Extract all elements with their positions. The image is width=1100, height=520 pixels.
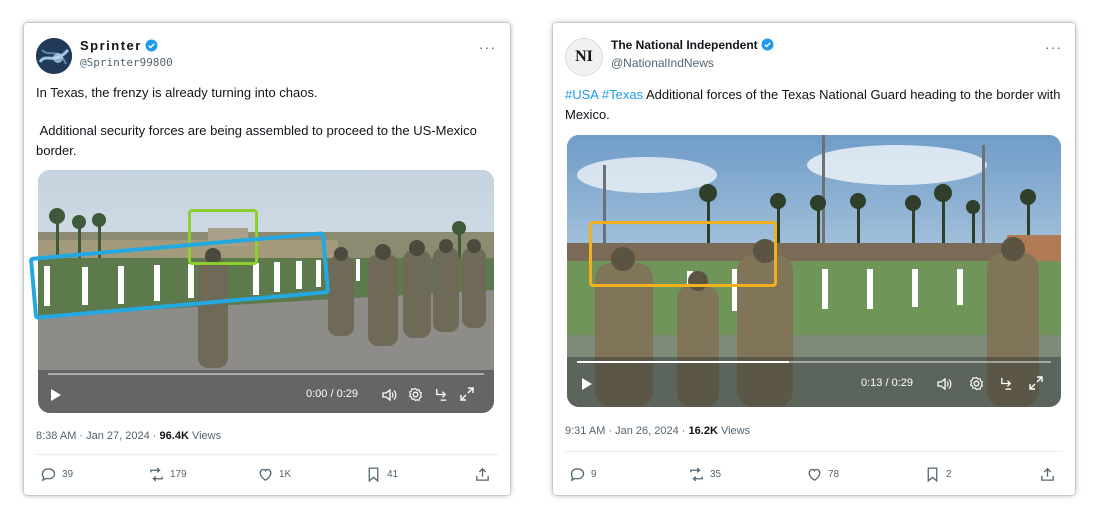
repost-video-icon[interactable]	[434, 387, 449, 402]
views-label: Views	[717, 425, 751, 437]
author-handle[interactable]: @Sprinter99800	[80, 56, 173, 69]
hashtags[interactable]: #USA #Texas	[565, 87, 643, 102]
tweet-meta: 9:31 AM · Jan 26, 2024 · 16.2K Views	[565, 425, 750, 437]
volume-icon[interactable]	[937, 377, 952, 391]
video-progress-bar[interactable]	[48, 373, 484, 375]
author-handle[interactable]: @NationalIndNews	[611, 56, 714, 70]
tweet-date[interactable]: 8:38 AM · Jan 27, 2024 ·	[36, 430, 160, 442]
reply-count: 9	[591, 469, 597, 480]
reply-button[interactable]: 9	[569, 466, 597, 483]
divider	[565, 451, 1063, 452]
repost-icon	[690, 467, 703, 482]
repost-count: 35	[710, 469, 722, 480]
play-icon[interactable]	[50, 388, 62, 402]
bookmark-count: 2	[946, 469, 952, 480]
bookmark-icon	[927, 467, 938, 483]
avatar[interactable]	[36, 38, 72, 74]
reply-icon	[570, 468, 585, 482]
share-button[interactable]	[474, 466, 496, 483]
tweet-meta: 8:38 AM · Jan 27, 2024 · 96.4K Views	[36, 430, 221, 442]
settings-icon[interactable]	[408, 387, 423, 402]
bookmark-icon	[368, 467, 379, 483]
repost-icon	[150, 467, 163, 482]
like-button[interactable]: 1K	[257, 466, 291, 483]
views-label: Views	[188, 430, 222, 442]
repost-count: 179	[170, 469, 187, 480]
tweet-text-line2: Additional security forces are being ass…	[36, 121, 498, 161]
reply-icon	[41, 468, 56, 482]
more-icon[interactable]: ···	[1045, 39, 1062, 55]
more-icon[interactable]: ···	[479, 39, 496, 55]
tweet-card-left: Sprinter @Sprinter99800 ··· In Texas, th…	[24, 23, 510, 495]
tweet-text-line2-content: Additional security forces are being ass…	[36, 123, 481, 158]
tweet-text-line1: In Texas, the frenzy is already turning …	[36, 85, 318, 100]
like-count: 78	[828, 469, 840, 480]
settings-icon[interactable]	[969, 376, 984, 391]
divider	[36, 454, 498, 455]
fullscreen-icon[interactable]	[460, 387, 474, 401]
share-button[interactable]	[1039, 466, 1061, 483]
video-player[interactable]: 0:13 / 0:29	[567, 135, 1061, 407]
views-count: 96.4K	[159, 430, 189, 442]
fullscreen-icon[interactable]	[1029, 376, 1043, 390]
share-icon	[476, 467, 489, 481]
author-name[interactable]: Sprinter	[80, 38, 158, 53]
like-icon	[259, 468, 272, 481]
repost-button[interactable]: 35	[688, 466, 721, 483]
author-name[interactable]: The National Independent	[611, 38, 774, 52]
video-time: 0:00 / 0:29	[306, 388, 358, 400]
views-count: 16.2K	[688, 425, 718, 437]
bookmark-count: 41	[387, 469, 399, 480]
verified-icon	[761, 38, 774, 51]
verified-icon	[145, 39, 158, 52]
like-count: 1K	[279, 469, 292, 480]
like-icon	[808, 468, 821, 481]
avatar-logo: NI	[575, 48, 593, 65]
tweet-date[interactable]: 9:31 AM · Jan 26, 2024 ·	[565, 425, 689, 437]
share-icon	[1041, 467, 1054, 481]
tweet-card-right: NI The National Independent @NationalInd…	[553, 23, 1075, 495]
like-button[interactable]: 78	[806, 466, 839, 483]
bookmark-button[interactable]: 2	[924, 466, 952, 483]
play-icon[interactable]	[581, 377, 593, 391]
video-progress-fill	[577, 361, 790, 363]
reply-count: 39	[62, 469, 74, 480]
volume-icon[interactable]	[382, 388, 397, 402]
repost-button[interactable]: 179	[148, 466, 187, 483]
repost-video-icon[interactable]	[999, 376, 1014, 391]
avatar[interactable]: NI	[565, 38, 603, 76]
tweet-text: #USA #Texas Additional forces of the Tex…	[565, 85, 1065, 125]
reply-button[interactable]: 39	[40, 466, 73, 483]
bookmark-button[interactable]: 41	[365, 466, 398, 483]
highlight-box-vehicles	[589, 221, 777, 287]
video-progress-bar[interactable]	[577, 361, 1051, 363]
video-time: 0:13 / 0:29	[861, 377, 913, 389]
avatar-image	[36, 38, 72, 74]
